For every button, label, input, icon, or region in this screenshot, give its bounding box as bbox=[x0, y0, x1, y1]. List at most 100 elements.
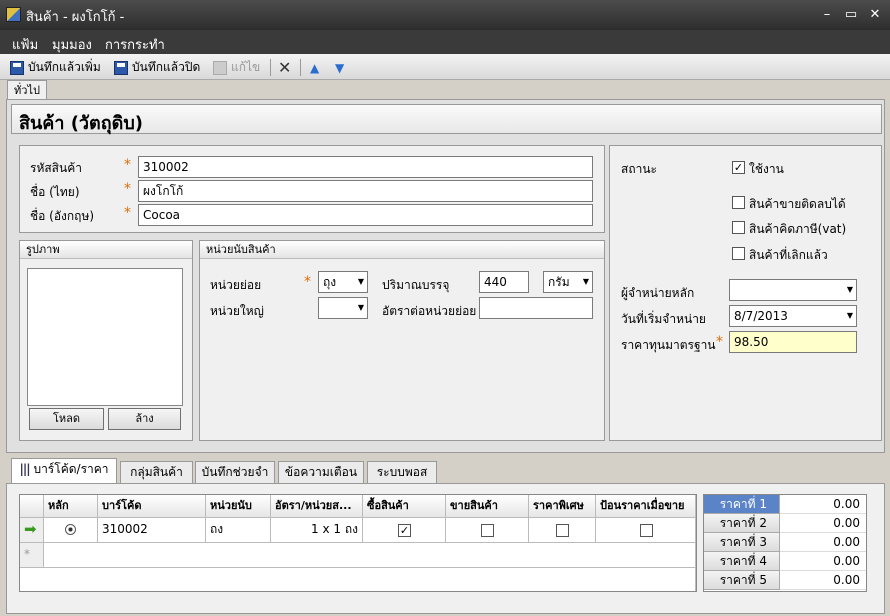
negative-sale-label: สินค้าขายติดลบได้ bbox=[749, 197, 846, 211]
price-3-value[interactable]: 0.00 bbox=[780, 533, 866, 552]
title-bar: สินค้า - ผงโกโก้ - – ▭ ✕ bbox=[0, 0, 890, 30]
buy-cell[interactable]: ✓ bbox=[363, 518, 446, 543]
col-barcode[interactable]: บาร์โค้ด bbox=[98, 495, 206, 518]
large-unit-select[interactable]: ▼ bbox=[318, 297, 368, 319]
sell-cell[interactable] bbox=[446, 518, 529, 543]
price-2-label[interactable]: ราคาที่ 2 bbox=[704, 514, 780, 533]
pack-qty-field[interactable]: 440 bbox=[479, 271, 529, 293]
name-en-label: ชื่อ (อังกฤษ) bbox=[30, 209, 95, 223]
barcode-icon: ||| bbox=[19, 462, 30, 476]
minimize-button[interactable]: – bbox=[816, 6, 838, 24]
price-1-label[interactable]: ราคาที่ 1 bbox=[704, 495, 780, 514]
col-special-price[interactable]: ราคาพิเศษ bbox=[529, 495, 596, 518]
price-2-value[interactable]: 0.00 bbox=[780, 514, 866, 533]
required-mark: * bbox=[124, 205, 131, 221]
small-unit-value: ถุง bbox=[323, 275, 337, 289]
ratio-field[interactable] bbox=[479, 297, 593, 319]
large-unit-label: หน่วยใหญ่ bbox=[210, 304, 264, 318]
vat-checkbox[interactable] bbox=[732, 221, 745, 234]
required-mark: * bbox=[716, 334, 723, 350]
clear-image-button[interactable]: ล้าง bbox=[108, 408, 181, 430]
save-close-button[interactable]: บันทึกแล้วปิด bbox=[114, 59, 200, 76]
save-close-label: บันทึกแล้วปิด bbox=[132, 60, 201, 74]
supplier-select[interactable]: ▼ bbox=[729, 279, 857, 301]
save-icon bbox=[114, 60, 128, 75]
discontinued-checkbox[interactable] bbox=[732, 247, 745, 260]
maximize-button[interactable]: ▭ bbox=[840, 6, 862, 24]
start-date-picker[interactable]: 8/7/2013 ▼ bbox=[729, 305, 857, 327]
page-title: สินค้า (วัตถุดิบ) bbox=[19, 113, 143, 134]
toolbar: บันทึกแล้วเพิ่ม บันทึกแล้วปิด แก้ไข ✕ ▲ … bbox=[0, 54, 890, 80]
close-button[interactable]: ✕ bbox=[864, 6, 886, 24]
status-label: สถานะ bbox=[621, 162, 657, 176]
special-price-cell[interactable] bbox=[529, 518, 596, 543]
load-image-button[interactable]: โหลด bbox=[29, 408, 104, 430]
sell-checkbox[interactable] bbox=[481, 524, 494, 537]
menu-view[interactable]: มุมมอง bbox=[52, 34, 92, 55]
new-row[interactable] bbox=[44, 543, 696, 568]
col-sell[interactable]: ขายสินค้า bbox=[446, 495, 529, 518]
unit-cell[interactable]: ถง bbox=[206, 518, 271, 543]
code-field[interactable]: 310002 bbox=[138, 156, 593, 178]
delete-icon[interactable]: ✕ bbox=[278, 58, 291, 77]
tab-product-group[interactable]: กลุ่มสินค้า bbox=[120, 461, 193, 483]
save-new-button[interactable]: บันทึกแล้วเพิ่ม bbox=[10, 59, 101, 76]
ratio-cell[interactable]: 1 x 1 ถง bbox=[271, 518, 363, 543]
product-image[interactable] bbox=[27, 268, 183, 406]
chevron-down-icon: ▼ bbox=[846, 311, 853, 320]
price-on-sale-checkbox[interactable] bbox=[640, 524, 653, 537]
window-title: สินค้า - ผงโกโก้ - bbox=[26, 10, 125, 25]
start-date-value: 8/7/2013 bbox=[734, 309, 788, 323]
required-mark: * bbox=[304, 274, 311, 290]
special-price-checkbox[interactable] bbox=[556, 524, 569, 537]
name-th-field[interactable]: ผงโกโก้ bbox=[138, 180, 593, 202]
discontinued-label: สินค้าที่เลิกแล้ว bbox=[749, 248, 828, 262]
start-date-label: วันที่เริ่มจำหน่าย bbox=[621, 312, 706, 326]
required-mark: * bbox=[124, 157, 131, 173]
toolbar-separator bbox=[300, 59, 301, 76]
menu-action[interactable]: การกระทำ bbox=[105, 34, 165, 55]
app-icon bbox=[6, 7, 21, 22]
price-4-label[interactable]: ราคาที่ 4 bbox=[704, 552, 780, 571]
std-cost-field[interactable]: 98.50 bbox=[729, 331, 857, 353]
code-label: รหัสสินค้า bbox=[30, 161, 82, 175]
radio-selected-icon bbox=[65, 524, 76, 535]
chevron-down-icon: ▼ bbox=[582, 277, 589, 286]
tab-barcode-price[interactable]: ||| บาร์โค้ด/ราคา bbox=[11, 458, 117, 484]
col-price-on-sale[interactable]: ป้อนราคาเมื่อขาย bbox=[596, 495, 696, 518]
barcode-grid: หลัก บาร์โค้ด หน่วยนับ อัตรา/หน่วยส... ซ… bbox=[19, 494, 697, 592]
tab-pos[interactable]: ระบบพอส bbox=[367, 461, 437, 483]
ratio-label: อัตราต่อหน่วยย่อย bbox=[382, 304, 477, 318]
price-5-label[interactable]: ราคาที่ 5 bbox=[704, 571, 780, 590]
row-header-corner bbox=[20, 495, 44, 518]
save-icon bbox=[10, 60, 24, 75]
price-5-value[interactable]: 0.00 bbox=[780, 571, 866, 590]
edit-label: แก้ไข bbox=[231, 60, 261, 74]
small-unit-select[interactable]: ถุง ▼ bbox=[318, 271, 368, 293]
arrow-up-icon[interactable]: ▲ bbox=[310, 59, 319, 76]
unit-group-title: หน่วยนับสินค้า bbox=[200, 241, 604, 259]
menu-file[interactable]: แฟ้ม bbox=[12, 34, 38, 55]
barcode-cell[interactable]: 310002 bbox=[98, 518, 206, 543]
col-main[interactable]: หลัก bbox=[44, 495, 98, 518]
col-unit[interactable]: หน่วยนับ bbox=[206, 495, 271, 518]
negative-sale-checkbox[interactable] bbox=[732, 196, 745, 209]
main-radio[interactable] bbox=[44, 518, 98, 543]
buy-checkbox[interactable]: ✓ bbox=[398, 524, 411, 537]
col-buy[interactable]: ซื้อสินค้า bbox=[363, 495, 446, 518]
edit-button[interactable]: แก้ไข bbox=[213, 59, 260, 76]
price-3-label[interactable]: ราคาที่ 3 bbox=[704, 533, 780, 552]
price-4-value[interactable]: 0.00 bbox=[780, 552, 866, 571]
price-1-value[interactable]: 0.00 bbox=[780, 495, 866, 514]
pack-unit-select[interactable]: กรัม ▼ bbox=[543, 271, 593, 293]
tab-general[interactable]: ทั่วไป bbox=[7, 80, 47, 100]
tab-memo[interactable]: บันทึกช่วยจำ bbox=[195, 461, 275, 483]
active-checkbox[interactable]: ✓ bbox=[732, 161, 745, 174]
edit-icon bbox=[213, 60, 227, 75]
arrow-down-icon[interactable]: ▼ bbox=[335, 59, 344, 76]
col-ratio[interactable]: อัตรา/หน่วยส... bbox=[271, 495, 363, 518]
price-on-sale-cell[interactable] bbox=[596, 518, 696, 543]
tab-alert[interactable]: ข้อความเตือน bbox=[278, 461, 364, 483]
name-en-field[interactable]: Cocoa bbox=[138, 204, 593, 226]
pack-unit-value: กรัม bbox=[548, 275, 570, 289]
